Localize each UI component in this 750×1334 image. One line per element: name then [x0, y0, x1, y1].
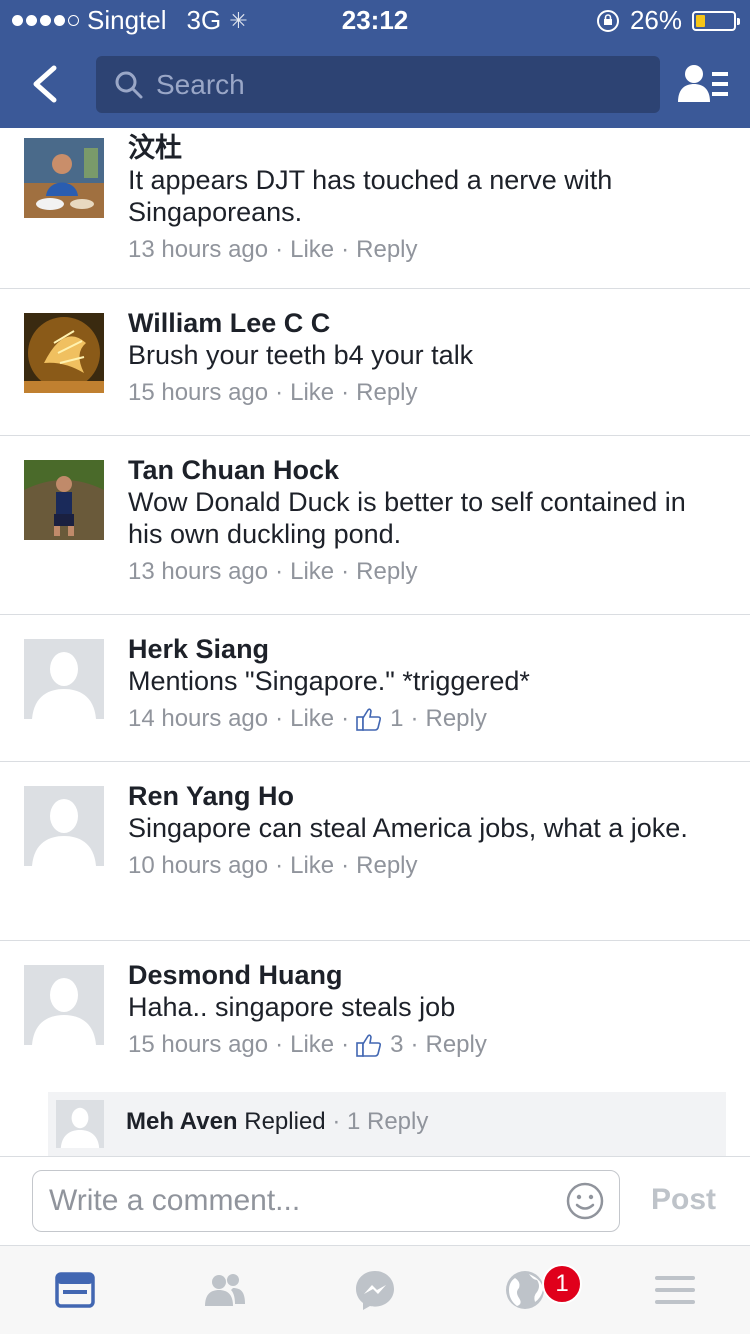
like-link[interactable]: Like [290, 234, 334, 266]
battery-icon [692, 10, 740, 31]
comment-author[interactable]: Tan Chuan Hock [128, 454, 720, 486]
search-placeholder: Search [156, 68, 245, 100]
comment-author[interactable]: Desmond Huang [128, 959, 720, 991]
avatar [56, 1100, 104, 1148]
comment-text: Brush your teeth b4 your talk [128, 340, 474, 370]
reply-preview[interactable]: Meh Aven Replied · 1 Reply [48, 1092, 726, 1156]
comment-timestamp[interactable]: 10 hours ago [128, 850, 268, 882]
comment-timestamp[interactable]: 13 hours ago [128, 556, 268, 588]
like-count[interactable]: 3 [390, 1029, 403, 1061]
reply-link[interactable]: Reply [426, 703, 487, 735]
comment-text: Singapore can steal America jobs, what a… [128, 813, 688, 843]
comment-text: It appears DJT has touched a nerve with … [128, 165, 613, 227]
thumbs-up-icon [356, 708, 382, 731]
comment-placeholder: Write a comment... [49, 1184, 301, 1217]
comment-item: Herk Siang Mentions "Singapore." *trigge… [0, 615, 750, 762]
avatar[interactable] [24, 313, 104, 393]
notifications-globe-icon[interactable] [503, 1268, 547, 1312]
reply-link[interactable]: Reply [356, 556, 417, 588]
avatar[interactable] [24, 786, 104, 866]
comment-meta: 10 hours ago · Like · Reply [128, 850, 720, 882]
comment-timestamp[interactable]: 15 hours ago [128, 1029, 268, 1061]
like-link[interactable]: Like [290, 703, 334, 735]
news-feed-icon[interactable] [53, 1268, 97, 1312]
comment-timestamp[interactable]: 15 hours ago [128, 377, 268, 409]
status-right: 26% [596, 5, 740, 36]
rotation-lock-icon [596, 9, 619, 32]
avatar[interactable] [24, 138, 104, 218]
comment-list: 汶杜 It appears DJT has touched a nerve wi… [0, 128, 750, 1156]
comment-item: Tan Chuan Hock Wow Donald Duck is better… [0, 436, 750, 615]
comment-item: 汶杜 It appears DJT has touched a nerve wi… [0, 128, 750, 289]
reply-summary: Meh Aven Replied · 1 Reply [126, 1108, 429, 1135]
comment-text: Haha.. singapore steals job [128, 992, 456, 1022]
comment-timestamp[interactable]: 13 hours ago [128, 234, 268, 266]
comment-meta: 13 hours ago · Like · Reply [128, 234, 720, 266]
like-link[interactable]: Like [290, 377, 334, 409]
search-input[interactable]: Search [96, 56, 660, 113]
like-link[interactable]: Like [290, 1029, 334, 1061]
thumbs-up-icon [356, 1034, 382, 1057]
like-count[interactable]: 1 [390, 703, 403, 735]
battery-percent: 26% [629, 5, 682, 35]
avatar[interactable] [24, 965, 104, 1045]
friend-list-icon[interactable] [676, 60, 730, 108]
reply-link[interactable]: Reply [356, 850, 417, 882]
reply-count: 1 Reply [346, 1108, 429, 1135]
comment-author[interactable]: Herk Siang [128, 633, 720, 665]
like-link[interactable]: Like [290, 556, 334, 588]
post-button[interactable]: Post [651, 1183, 716, 1217]
menu-icon[interactable] [653, 1268, 697, 1312]
avatar[interactable] [24, 639, 104, 719]
friend-requests-icon[interactable] [203, 1268, 247, 1312]
navigation-bar: Search [0, 40, 750, 128]
comment-meta: 15 hours ago · Like · 3 · Reply [128, 1029, 720, 1061]
notification-badge: 1 [542, 1264, 582, 1304]
comment-input[interactable]: Write a comment... [32, 1170, 620, 1232]
avatar[interactable] [24, 460, 104, 540]
comment-text: Wow Donald Duck is better to self contai… [128, 487, 686, 549]
reply-link[interactable]: Reply [356, 234, 417, 266]
smiley-icon[interactable] [565, 1181, 605, 1221]
comment-meta: 14 hours ago · Like · 1 · Reply [128, 703, 720, 735]
comment-item: Ren Yang Ho Singapore can steal America … [0, 762, 750, 941]
comment-timestamp[interactable]: 14 hours ago [128, 703, 268, 735]
reply-link[interactable]: Reply [356, 377, 417, 409]
reply-action: Replied [244, 1108, 326, 1135]
like-link[interactable]: Like [290, 850, 334, 882]
comment-meta: 13 hours ago · Like · Reply [128, 556, 720, 588]
reply-author: Meh Aven [126, 1108, 238, 1135]
comment-author[interactable]: 汶杜 [128, 132, 720, 164]
comment-meta: 15 hours ago · Like · Reply [128, 377, 720, 409]
comment-text: Mentions "Singapore." *triggered* [128, 666, 530, 696]
comment-author[interactable]: William Lee C C [128, 307, 720, 339]
back-arrow-icon[interactable] [22, 60, 70, 108]
comment-author[interactable]: Ren Yang Ho [128, 780, 720, 812]
reply-link[interactable]: Reply [426, 1029, 487, 1061]
messenger-icon[interactable] [353, 1268, 397, 1312]
tab-bar: 1 [0, 1246, 750, 1334]
comment-item: William Lee C C Brush your teeth b4 your… [0, 289, 750, 436]
search-icon [115, 71, 143, 98]
status-bar: Singtel 3G ✳ 23:12 26% [0, 0, 750, 40]
comment-composer: Write a comment... Post [0, 1156, 750, 1246]
